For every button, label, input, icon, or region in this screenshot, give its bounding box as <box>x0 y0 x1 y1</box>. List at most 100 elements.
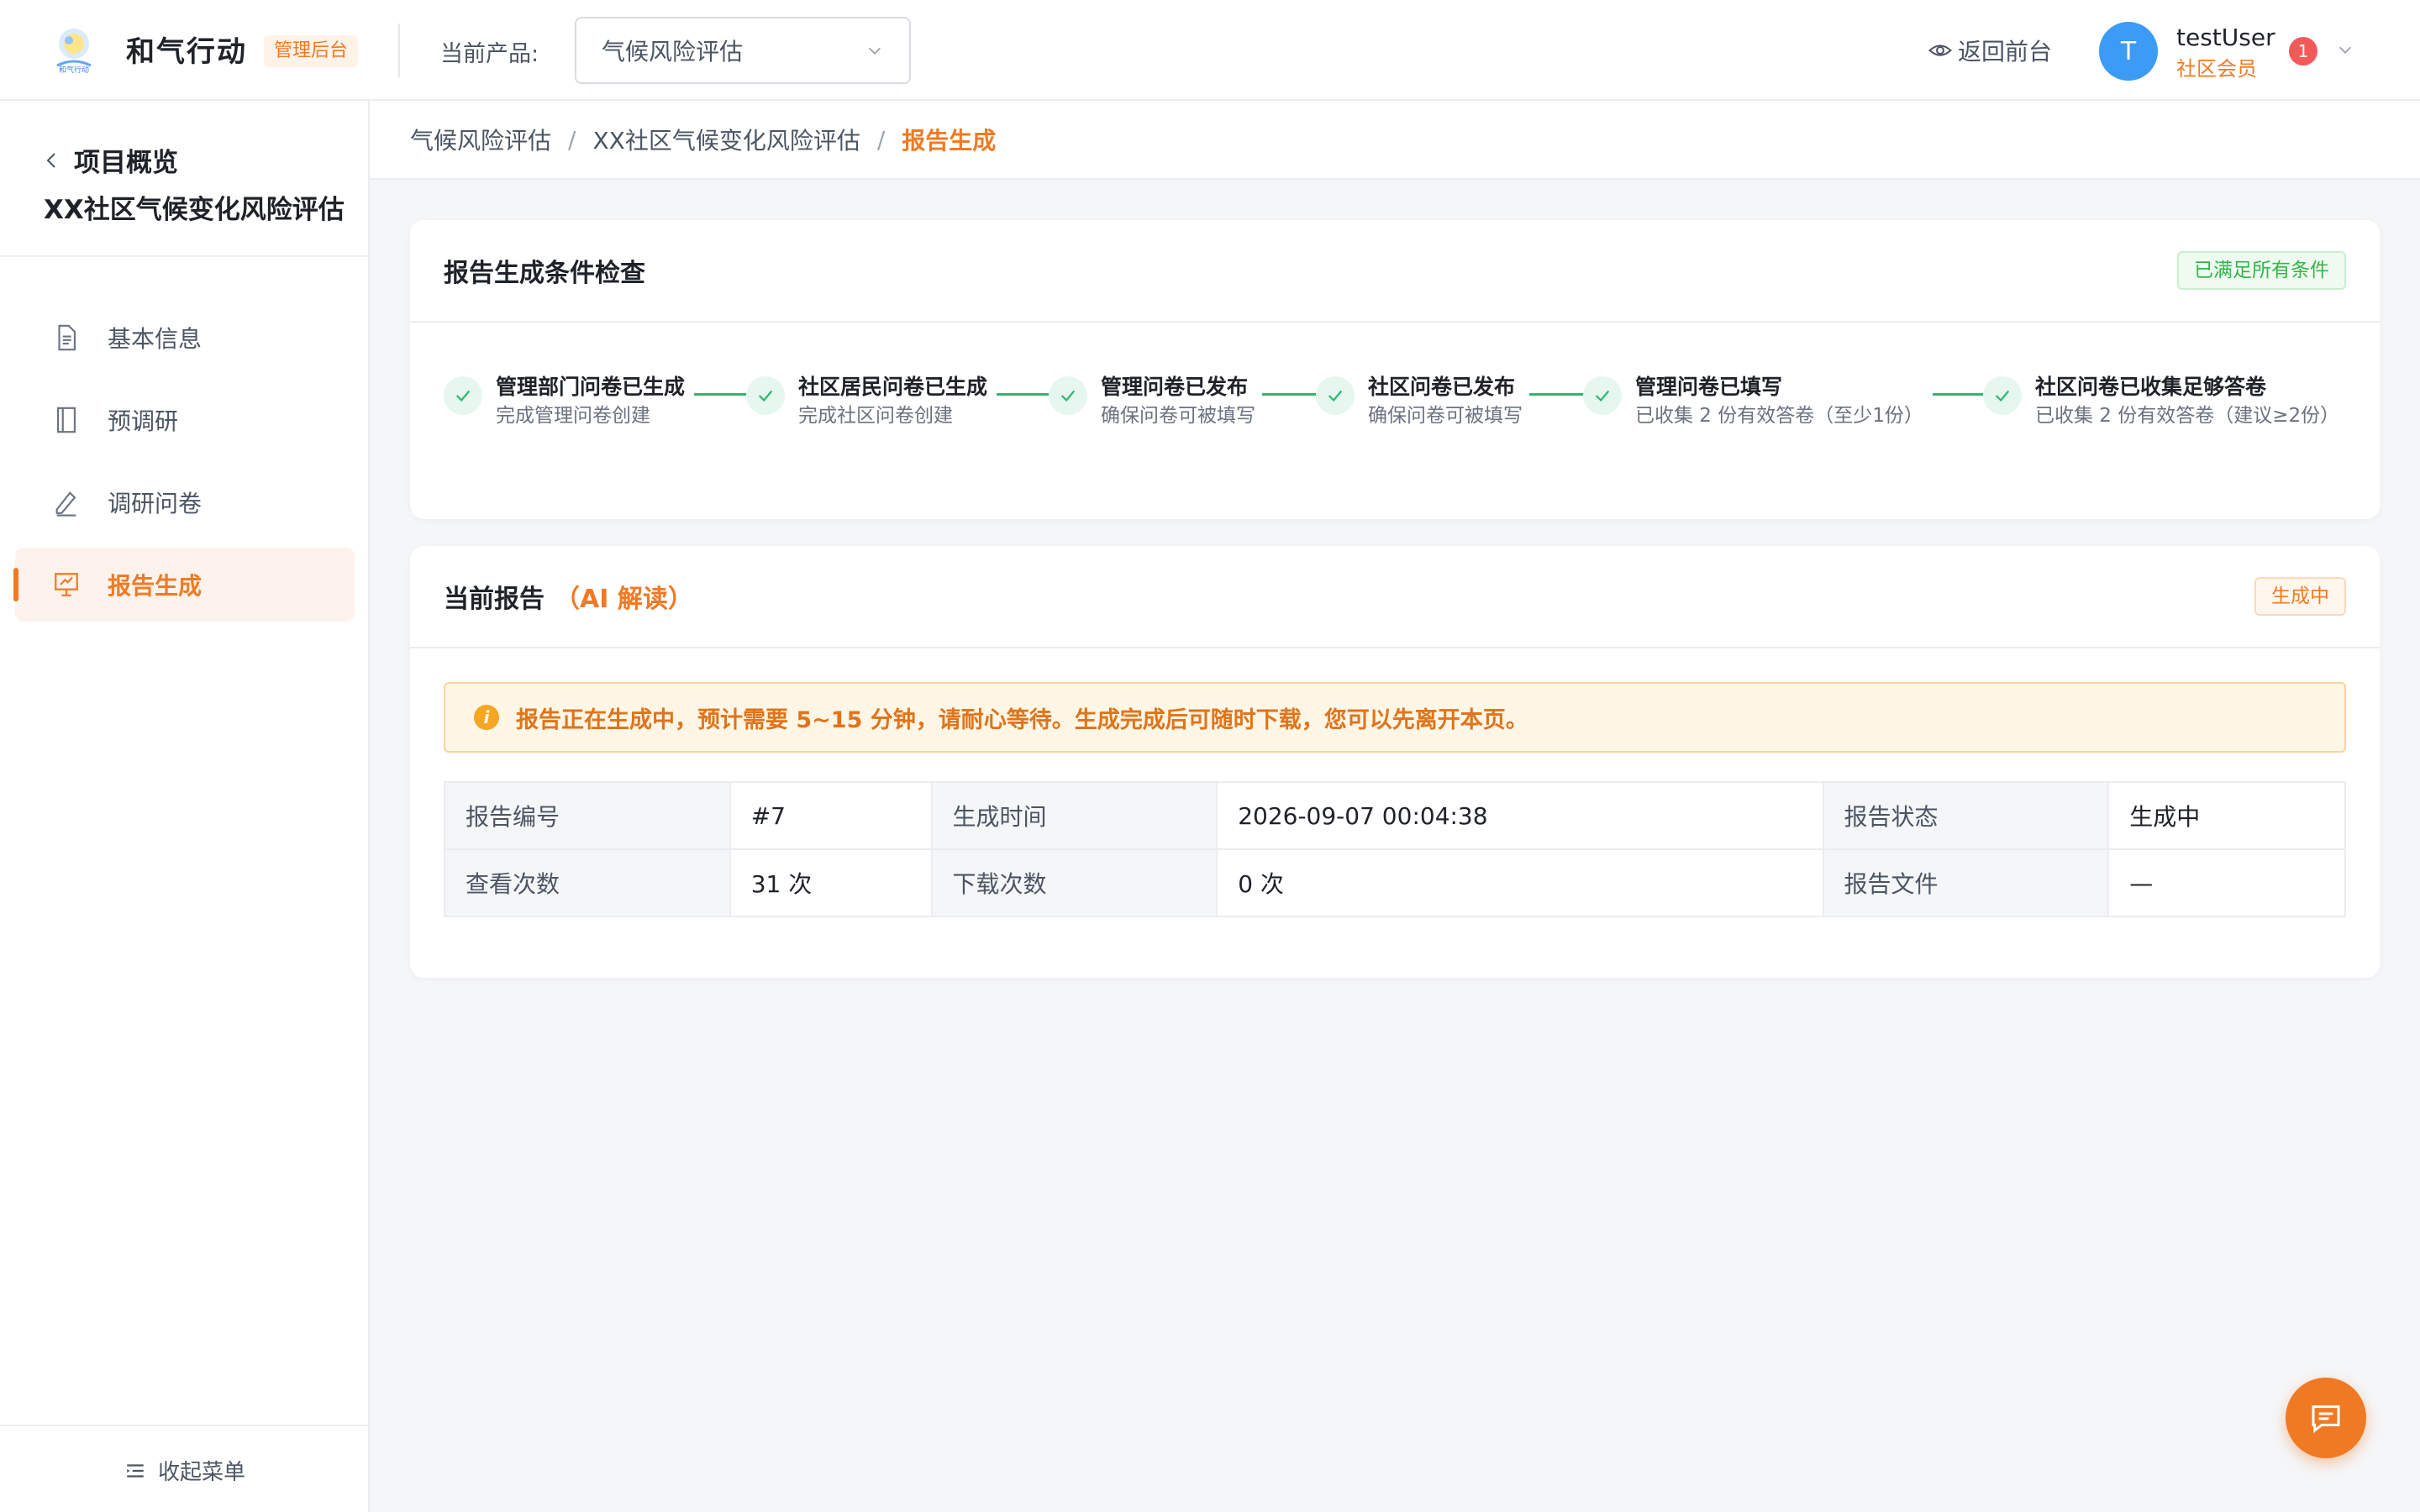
pen-icon <box>55 491 76 517</box>
current-report-card: 当前报告 （AI 解读） 生成中 i 报告正在生成中，预计需要 5~15 分钟，请… <box>410 546 2380 978</box>
table-value: #7 <box>729 781 933 850</box>
step-connector <box>997 393 1055 396</box>
step-title: 社区问卷已发布 <box>1368 375 1516 399</box>
card-title-text: 当前报告 <box>444 585 544 614</box>
sidebar-item-label: 预调研 <box>108 407 179 435</box>
step-connector <box>1529 393 1588 396</box>
user-role: 社区会员 <box>2176 57 2257 81</box>
table-label: 报告编号 <box>444 781 731 850</box>
table-row: 报告编号 #7 生成时间 2026-09-07 00:04:38 报告状态 生成… <box>444 781 2346 850</box>
step-item: 社区居民问卷已生成 完成社区问卷创建 <box>746 373 987 430</box>
alert-text: 报告正在生成中，预计需要 5~15 分钟，请耐心等待。生成完成后可随时下载，您可… <box>516 706 1528 733</box>
step-connector <box>1933 393 1983 396</box>
breadcrumb: 气候风险评估 / XX社区气候变化风险评估 / 报告生成 <box>370 101 2420 180</box>
table-label: 生成时间 <box>930 781 1218 850</box>
project-overview-label: 项目概览 <box>74 148 178 178</box>
back-to-front-link[interactable]: 返回前台 <box>1928 34 2052 67</box>
step-title: 管理问卷已发布 <box>1101 375 1249 399</box>
step-connector <box>1262 393 1321 396</box>
product-select-value: 气候风险评估 <box>602 38 744 66</box>
check-icon <box>444 376 482 415</box>
product-label: 当前产品: <box>440 41 539 67</box>
status-badge: 已满足所有条件 <box>2177 251 2346 290</box>
presentation-icon <box>55 573 78 596</box>
table-value: 31 次 <box>729 848 933 917</box>
table-value: 2026-09-07 00:04:38 <box>1216 781 1824 850</box>
table-row: 查看次数 31 次 下载次数 0 次 报告文件 — <box>444 848 2346 917</box>
header-divider <box>398 24 400 77</box>
admin-tag: 管理后台 <box>264 35 359 67</box>
collapse-menu-label: 收起菜单 <box>158 1460 246 1485</box>
table-label: 报告状态 <box>1822 781 2110 850</box>
notebook-icon <box>57 407 76 433</box>
chevron-down-icon[interactable] <box>2336 40 2354 59</box>
step-desc: 确保问卷可被填写 <box>1368 405 1523 427</box>
table-label: 报告文件 <box>1822 848 2110 917</box>
breadcrumb-current: 报告生成 <box>902 127 997 155</box>
breadcrumb-separator: / <box>568 125 576 154</box>
sidebar: 项目概览 XX社区气候变化风险评估 基本信息 预调研 调研问卷 报告生成 收起菜… <box>0 101 370 1512</box>
step-desc: 已收集 2 份有效答卷（至少1份） <box>1635 405 1923 427</box>
info-icon: i <box>474 705 499 730</box>
sidebar-item-report[interactable]: 报告生成 <box>13 548 355 622</box>
sidebar-item-survey[interactable]: 调研问卷 <box>15 465 355 539</box>
check-icon <box>746 376 785 415</box>
sidebar-divider <box>0 1425 368 1426</box>
table-value: 0 次 <box>1216 848 1824 917</box>
step-desc: 确保问卷可被填写 <box>1101 405 1255 427</box>
step-title: 社区问卷已收集足够答卷 <box>2035 375 2267 399</box>
collapse-menu-button[interactable]: 收起菜单 <box>124 1455 245 1486</box>
step-item: 社区问卷已发布 确保问卷可被填写 <box>1316 373 1523 430</box>
project-overview-back[interactable]: 项目概览 <box>44 141 178 179</box>
table-value: 生成中 <box>2107 781 2346 850</box>
check-icon <box>1049 376 1087 415</box>
step-title: 管理部门问卷已生成 <box>496 375 686 399</box>
chevron-left-icon <box>46 152 55 168</box>
eye-icon <box>1928 45 1952 56</box>
user-name[interactable]: testUser <box>2176 24 2275 51</box>
card-title: 当前报告 （AI 解读） <box>444 578 693 615</box>
check-icon <box>1983 376 2022 415</box>
step-desc: 已收集 2 份有效答卷（建议≥2份） <box>2035 405 2340 427</box>
chat-icon <box>2312 1405 2340 1434</box>
report-info-table: 报告编号 #7 生成时间 2026-09-07 00:04:38 报告状态 生成… <box>444 781 2346 917</box>
step-desc: 完成社区问卷创建 <box>798 405 953 427</box>
menu-fold-icon <box>127 1463 144 1478</box>
active-indicator <box>13 568 18 601</box>
step-desc: 完成管理问卷创建 <box>496 405 650 427</box>
condition-steps: 管理部门问卷已生成 完成管理问卷创建 社区居民问卷已生成 完成社区问卷创建 管理… <box>410 323 2380 516</box>
generating-alert: i 报告正在生成中，预计需要 5~15 分钟，请耐心等待。生成完成后可随时下载，… <box>444 682 2346 753</box>
sidebar-item-basic-info[interactable]: 基本信息 <box>15 301 355 375</box>
app-name: 和气行动 <box>126 35 247 69</box>
notification-badge[interactable]: 1 <box>2289 37 2317 66</box>
check-icon <box>1316 376 1355 415</box>
app-logo[interactable]: 和气行动 <box>49 24 99 74</box>
step-connector <box>694 393 753 396</box>
sidebar-item-pre-research[interactable]: 预调研 <box>15 383 355 457</box>
step-item: 管理问卷已填写 已收集 2 份有效答卷（至少1份） <box>1583 373 1923 430</box>
sidebar-divider <box>0 255 368 257</box>
project-name: XX社区气候变化风险评估 <box>44 195 345 225</box>
card-header: 当前报告 （AI 解读） 生成中 <box>410 546 2380 648</box>
card-title: 报告生成条件检查 <box>444 259 645 288</box>
breadcrumb-item[interactable]: 气候风险评估 <box>410 123 551 156</box>
step-title: 社区居民问卷已生成 <box>798 375 988 399</box>
sidebar-item-label: 基本信息 <box>108 325 203 353</box>
top-header: 和气行动 和气行动 管理后台 当前产品: 气候风险评估 返回前台 T testU… <box>0 0 2420 101</box>
sidebar-item-label: 报告生成 <box>108 572 203 600</box>
avatar[interactable]: T <box>2099 22 2158 81</box>
breadcrumb-separator: / <box>876 125 886 154</box>
step-item: 社区问卷已收集足够答卷 已收集 2 份有效答卷（建议≥2份） <box>1983 373 2339 430</box>
document-icon <box>58 324 76 351</box>
card-header: 报告生成条件检查 已满足所有条件 <box>410 220 2380 323</box>
step-item: 管理部门问卷已生成 完成管理问卷创建 <box>444 373 685 430</box>
check-icon <box>1583 376 1622 415</box>
step-item: 管理问卷已发布 确保问卷可被填写 <box>1049 373 1255 430</box>
step-title: 管理问卷已填写 <box>1635 375 1783 399</box>
breadcrumb-item[interactable]: XX社区气候变化风险评估 <box>592 123 860 156</box>
table-label: 下载次数 <box>930 848 1218 917</box>
chat-fab-button[interactable] <box>2286 1378 2366 1458</box>
product-select[interactable]: 气候风险评估 <box>575 17 911 84</box>
chevron-down-icon <box>868 47 881 55</box>
table-value: — <box>2107 848 2346 917</box>
